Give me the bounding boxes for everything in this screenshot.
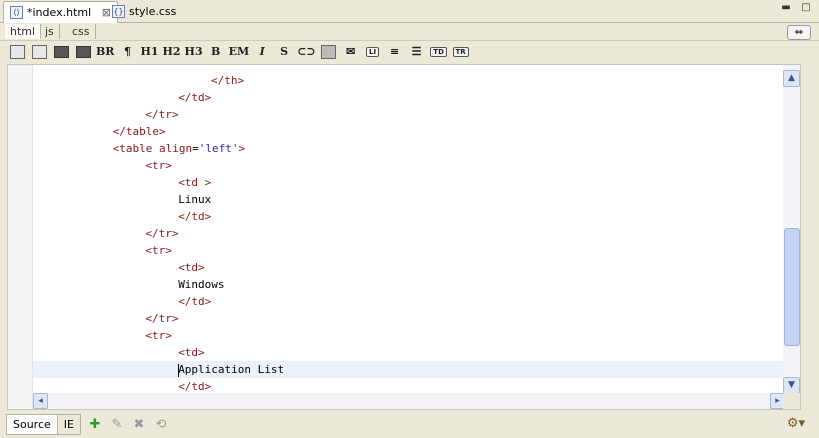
maximize-icon[interactable]: □ — [801, 3, 811, 13]
format-toolbar: BR ¶ H1 H2 H3 B EM I S ⊂⊃ ✉ LI ≡ ☰ TD TR — [0, 40, 819, 62]
div-icon[interactable] — [74, 43, 92, 61]
scroll-thumb[interactable] — [784, 228, 800, 346]
code-line[interactable]: </tr> — [33, 310, 783, 327]
code-line[interactable]: <tr> — [33, 157, 783, 174]
scroll-left-icon[interactable]: ◂ — [33, 393, 48, 409]
code-token: </td> — [178, 380, 212, 393]
form-icon[interactable] — [30, 43, 48, 61]
ordered-list-icon[interactable]: ≡ — [386, 43, 404, 61]
code-token: <td> — [178, 261, 205, 274]
link-icon[interactable]: ⊂⊃ — [297, 43, 315, 61]
li-button[interactable]: LI — [364, 43, 382, 61]
code-token: <tr> — [145, 329, 172, 342]
code-token: </tr> — [145, 108, 179, 121]
code-token: <tr> — [145, 244, 172, 257]
tr-label: TR — [452, 46, 469, 57]
horizontal-scrollbar[interactable]: ◂ ▸ — [33, 393, 785, 409]
h3-button[interactable]: H3 — [185, 43, 203, 61]
h1-button[interactable]: H1 — [140, 43, 158, 61]
code-line[interactable]: </td> — [33, 89, 783, 106]
code-line[interactable]: <tr> — [33, 327, 783, 344]
code-token: <table — [112, 142, 159, 155]
tab-ie[interactable]: IE — [57, 414, 81, 435]
tab-style-css[interactable]: {} style.css — [106, 1, 204, 21]
code-token: = — [192, 142, 199, 155]
code-token: </table> — [112, 125, 166, 138]
td-button[interactable]: TD — [430, 43, 448, 61]
code-token: 'left' — [198, 142, 239, 155]
code-token: <tr> — [145, 159, 172, 172]
code-line[interactable]: </td> — [33, 293, 783, 310]
code-token: <td> — [178, 346, 205, 359]
tab-js[interactable]: js — [40, 24, 60, 39]
code-token: align — [158, 142, 193, 155]
tr-button[interactable]: TR — [452, 43, 470, 61]
code-line[interactable]: </tr> — [33, 106, 783, 123]
code-line[interactable]: <table align='left'> — [33, 140, 783, 157]
li-label: LI — [366, 46, 380, 57]
editor-gutter — [8, 65, 33, 409]
file-tab-bar: ⟨⟩ *index.html ⊠ {} style.css ▬ □ — [0, 0, 819, 23]
gear-icon[interactable]: ⚙▾ — [787, 416, 805, 431]
tab-css[interactable]: css — [67, 24, 96, 39]
code-token: Windows — [178, 278, 225, 291]
code-line-current[interactable]: Application List — [33, 361, 783, 378]
code-line[interactable]: <tr> — [33, 242, 783, 259]
code-token: </td> — [178, 295, 212, 308]
italic-button[interactable]: I — [253, 43, 271, 61]
td-label: TD — [430, 46, 447, 57]
code-token: <td > — [178, 176, 212, 189]
window-controls: ▬ □ — [781, 3, 811, 13]
code-token: </tr> — [145, 227, 179, 240]
layer-icon[interactable] — [52, 43, 70, 61]
h2-button[interactable]: H2 — [163, 43, 181, 61]
tab-html[interactable]: html — [5, 24, 42, 39]
delete-icon[interactable]: ✖ — [131, 417, 147, 433]
code-line[interactable]: Linux — [33, 191, 783, 208]
bold-button[interactable]: B — [207, 43, 225, 61]
code-token: > — [238, 142, 246, 155]
scroll-down-icon[interactable]: ▼ — [783, 377, 800, 394]
code-token: Linux — [178, 193, 212, 206]
code-token: </td> — [178, 91, 212, 104]
scroll-up-icon[interactable]: ▲ — [783, 70, 800, 87]
minimize-icon[interactable]: ▬ — [781, 3, 791, 13]
bottom-bar: Source IE ✚ ✎ ✖ ⟲ ⚙▾ — [0, 411, 819, 438]
edit-icon[interactable]: ✎ — [109, 417, 125, 433]
code-line[interactable]: Windows — [33, 276, 783, 293]
paragraph-button[interactable]: ¶ — [118, 43, 136, 61]
html-file-icon: ⟨⟩ — [10, 6, 23, 19]
em-button[interactable]: EM — [229, 43, 250, 61]
tab-index-html[interactable]: ⟨⟩ *index.html ⊠ — [3, 1, 118, 23]
code-token: </tr> — [145, 312, 179, 325]
code-token: </th> — [211, 74, 245, 87]
code-line[interactable]: <td > — [33, 174, 783, 191]
collapse-toggle-icon[interactable]: ⇔ — [787, 25, 811, 40]
strike-button[interactable]: S — [275, 43, 293, 61]
code-line[interactable]: <td> — [33, 344, 783, 361]
mode-tab-bar: html js css ⇔ — [0, 23, 819, 40]
table-icon[interactable] — [8, 43, 26, 61]
tab-label: *index.html — [27, 6, 92, 19]
code-editor[interactable]: </th> </td> </tr> </table> <table align='lef… — [7, 64, 801, 410]
refresh-icon[interactable]: ⟲ — [153, 417, 169, 433]
code-line[interactable]: <td> — [33, 259, 783, 276]
css-file-icon: {} — [112, 4, 125, 18]
br-button[interactable]: BR — [96, 43, 114, 61]
tab-label: style.css — [129, 4, 177, 18]
code-line[interactable]: </th> — [33, 72, 783, 89]
mail-icon[interactable]: ✉ — [342, 43, 360, 61]
scrollbar-corner — [783, 393, 800, 409]
code-line[interactable]: </td> — [33, 208, 783, 225]
code-area[interactable]: </th> </td> </tr> </table> <table align='lef… — [33, 65, 783, 395]
code-token: </td> — [178, 210, 212, 223]
tab-source[interactable]: Source — [6, 414, 58, 435]
image-icon[interactable] — [320, 43, 338, 61]
code-line[interactable]: </tr> — [33, 225, 783, 242]
code-token: Application List — [178, 363, 285, 376]
code-line[interactable]: </table> — [33, 123, 783, 140]
add-icon[interactable]: ✚ — [87, 417, 103, 433]
unordered-list-icon[interactable]: ☰ — [408, 43, 426, 61]
vertical-scrollbar[interactable]: ▲ ▼ — [783, 65, 800, 395]
